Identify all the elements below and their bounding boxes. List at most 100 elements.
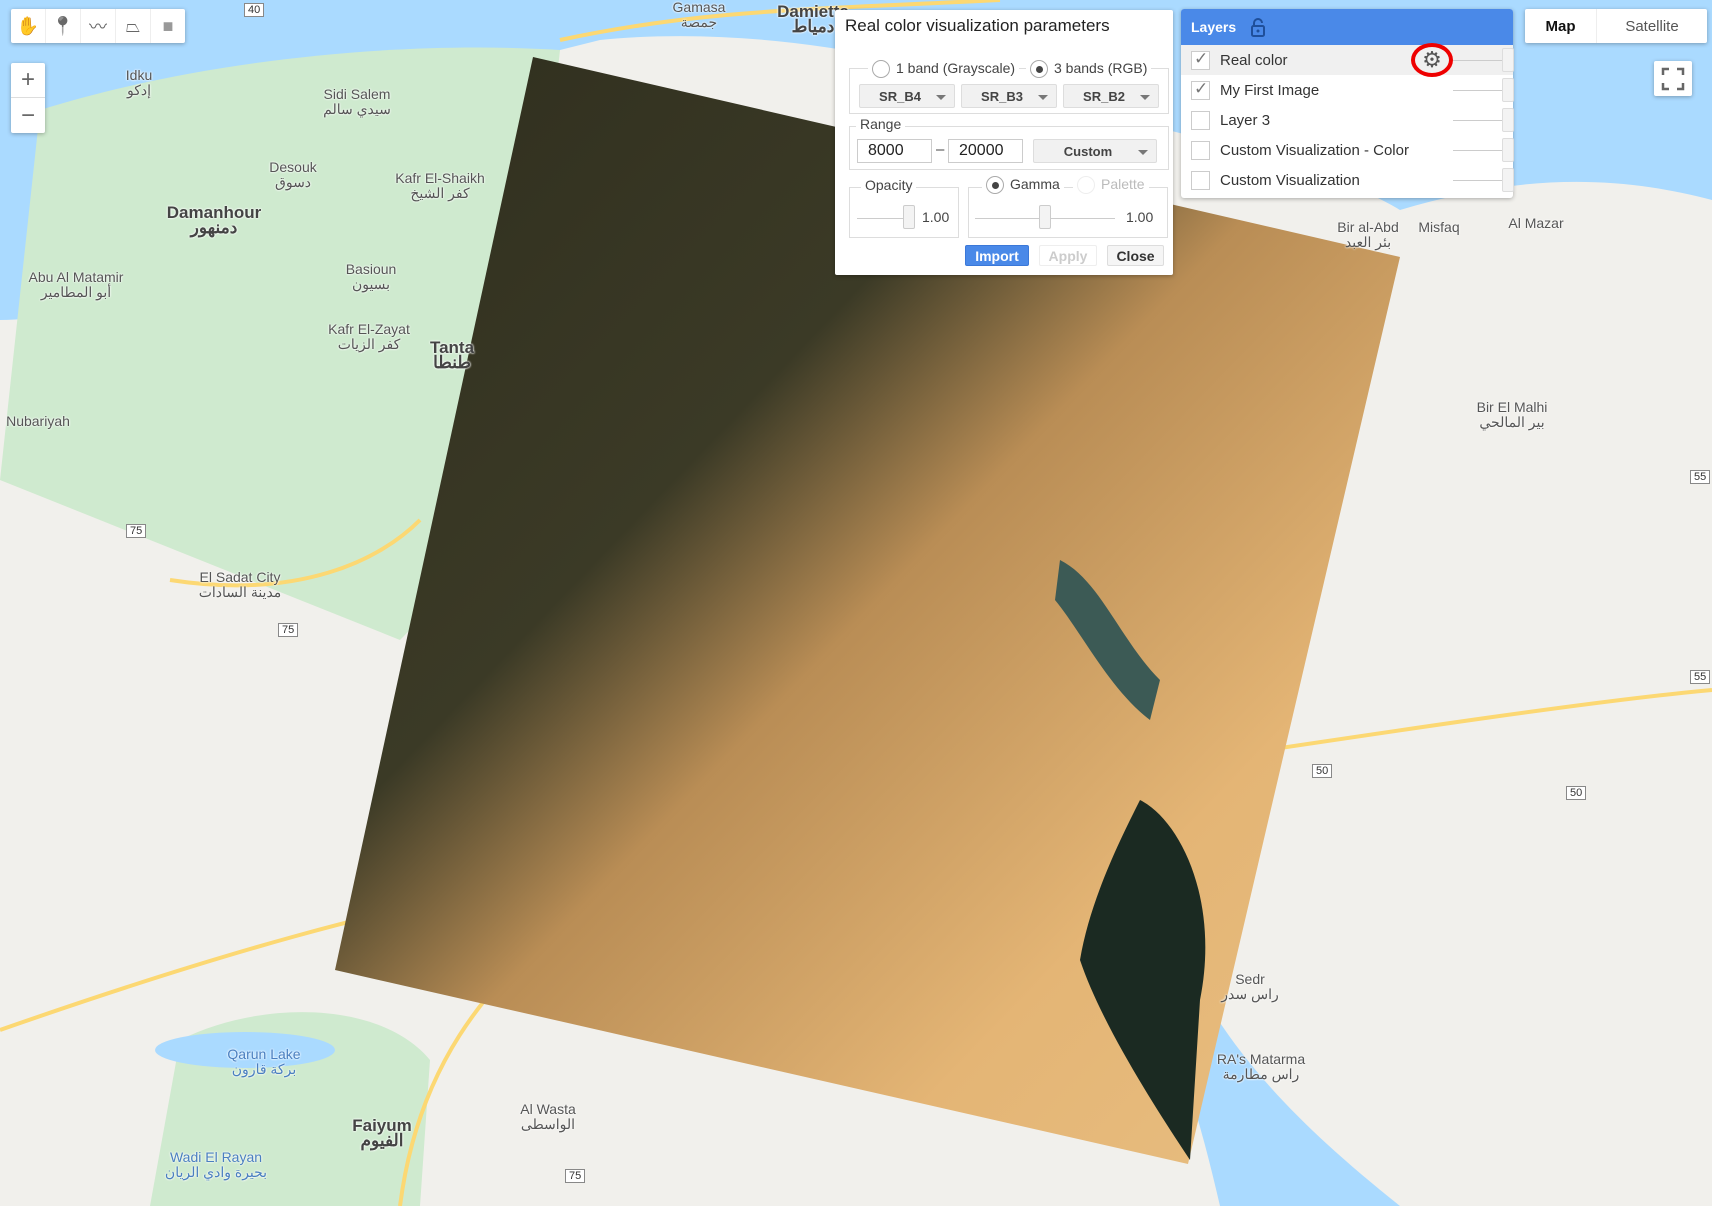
map-label-arabic: طنطا bbox=[433, 353, 471, 372]
gamma-slider-thumb[interactable] bbox=[1039, 205, 1051, 229]
map-label-arabic: راس سدر bbox=[1221, 986, 1279, 1002]
radio-gamma[interactable] bbox=[986, 176, 1004, 195]
layer-visibility-checkbox[interactable] bbox=[1191, 79, 1210, 100]
mode-gray-label: 1 band (Grayscale) bbox=[896, 60, 1016, 76]
drawing-toolbar: ✋ 📍 〰 ⏢ ■ bbox=[11, 9, 185, 43]
map-label-arabic: إدكو bbox=[126, 82, 152, 98]
import-button[interactable]: Import bbox=[965, 245, 1029, 266]
map-label: Bir El Malhi بير المالحي bbox=[1477, 400, 1548, 430]
map-label-arabic: مدينة السادات bbox=[198, 584, 282, 600]
zoom-out-button[interactable]: − bbox=[11, 98, 45, 133]
map-label-name: El Sadat City bbox=[199, 569, 281, 585]
map-label-name: Desouk bbox=[269, 159, 317, 175]
map-label-arabic: دمنهور bbox=[190, 218, 238, 237]
map-label: Damanhour دمنهور bbox=[167, 204, 261, 237]
layer-settings-button[interactable]: ⚙ bbox=[1411, 43, 1453, 77]
map-type-satellite-button[interactable]: Satellite bbox=[1597, 9, 1707, 43]
rectangle-icon[interactable]: ■ bbox=[151, 9, 185, 43]
road-shield: 50 bbox=[1312, 764, 1333, 778]
map-label-name: Al Mazar bbox=[1508, 215, 1564, 231]
map-label-arabic: راس مطارمة bbox=[1222, 1066, 1300, 1082]
map-label: Sedr راس سدر bbox=[1221, 972, 1278, 1002]
gear-icon: ⚙ bbox=[1422, 47, 1442, 72]
polygon-icon[interactable]: ⏢ bbox=[116, 9, 151, 43]
map-label-arabic: بركة قارون bbox=[231, 1061, 297, 1077]
map-label-name: Bir El Malhi bbox=[1476, 399, 1548, 415]
map-label-arabic: الواسطى bbox=[520, 1116, 576, 1132]
range-min-input[interactable]: 8000 bbox=[857, 139, 932, 163]
map-label: Al Wasta الواسطى bbox=[520, 1102, 576, 1132]
mode-rgb-option[interactable]: 3 bands (RGB) bbox=[1026, 60, 1152, 79]
close-button[interactable]: Close bbox=[1107, 245, 1164, 266]
band-green-select[interactable]: SR_B3 bbox=[961, 84, 1057, 108]
layer-row[interactable]: Real color ⚙ bbox=[1181, 43, 1514, 77]
map-label-name: Abu Al Matamir bbox=[28, 269, 124, 285]
radio-rgb[interactable] bbox=[1030, 60, 1048, 79]
layer-opacity-thumb[interactable] bbox=[1502, 108, 1514, 132]
map-label-name: Basioun bbox=[345, 261, 397, 277]
palette-option[interactable]: Palette bbox=[1073, 176, 1149, 195]
map-label: Gamasa جمصة bbox=[673, 0, 726, 30]
map-label-name: Gamasa bbox=[672, 0, 726, 15]
map-label: Abu Al Matamir أبو المطامير bbox=[29, 270, 124, 300]
range-mode-select[interactable]: Custom bbox=[1033, 139, 1157, 163]
layer-row[interactable]: Custom Visualization - Color bbox=[1181, 135, 1514, 165]
hand-icon[interactable]: ✋ bbox=[11, 9, 46, 43]
layer-opacity-thumb[interactable] bbox=[1502, 48, 1514, 72]
road-shield: 55 bbox=[1690, 670, 1711, 684]
layer-opacity-slider[interactable] bbox=[1453, 60, 1503, 61]
layer-visibility-checkbox[interactable] bbox=[1191, 140, 1210, 160]
map-label-arabic: دسوق bbox=[274, 174, 312, 190]
layer-opacity-slider[interactable] bbox=[1453, 90, 1503, 91]
line-icon[interactable]: 〰 bbox=[81, 9, 116, 43]
layer-opacity-slider[interactable] bbox=[1453, 120, 1503, 121]
mode-gray-option[interactable]: 1 band (Grayscale) bbox=[868, 60, 1020, 79]
map-type-control: Map Satellite bbox=[1525, 9, 1707, 43]
lock-icon[interactable] bbox=[1250, 17, 1266, 37]
map-label-arabic: كفر الزيات bbox=[337, 336, 401, 352]
palette-label: Palette bbox=[1101, 176, 1145, 192]
map-label-arabic: بئر العبد bbox=[1344, 234, 1392, 250]
layer-row[interactable]: Layer 3 bbox=[1181, 105, 1514, 135]
apply-button[interactable]: Apply bbox=[1039, 245, 1097, 266]
layer-opacity-slider[interactable] bbox=[1453, 180, 1503, 181]
band-blue-select[interactable]: SR_B2 bbox=[1063, 84, 1159, 108]
map-label: Kafr El-Zayat كفر الزيات bbox=[328, 322, 410, 352]
road-shield: 40 bbox=[244, 3, 265, 17]
layer-visibility-checkbox[interactable] bbox=[1191, 110, 1210, 130]
zoom-in-button[interactable]: + bbox=[11, 63, 45, 98]
map-label-arabic: جمصة bbox=[680, 14, 718, 30]
map-label-arabic: بحيرة وادي الريان bbox=[164, 1164, 268, 1180]
layer-opacity-thumb[interactable] bbox=[1502, 168, 1514, 192]
layer-row[interactable]: Custom Visualization bbox=[1181, 165, 1514, 195]
range-separator: – bbox=[936, 141, 945, 158]
layer-row[interactable]: My First Image bbox=[1181, 75, 1514, 105]
gamma-option[interactable]: Gamma bbox=[982, 176, 1064, 195]
layer-opacity-slider[interactable] bbox=[1453, 150, 1503, 151]
layer-label: My First Image bbox=[1220, 81, 1320, 99]
map-label: Tanta طنطا bbox=[430, 339, 474, 372]
layer-label: Real color bbox=[1220, 51, 1288, 69]
map-label-name: Qarun Lake bbox=[227, 1046, 301, 1062]
map-label-arabic: بير المالحي bbox=[1479, 414, 1545, 430]
fullscreen-button[interactable] bbox=[1654, 61, 1692, 96]
map-label: El Sadat City مدينة السادات bbox=[199, 570, 282, 600]
radio-gray[interactable] bbox=[872, 60, 890, 79]
map-label-name: RA's Matarma bbox=[1216, 1051, 1306, 1067]
radio-palette[interactable] bbox=[1077, 176, 1095, 195]
zoom-control: + − bbox=[11, 63, 45, 133]
opacity-slider-thumb[interactable] bbox=[903, 205, 915, 229]
layer-opacity-thumb[interactable] bbox=[1502, 138, 1514, 162]
road-shield: 75 bbox=[565, 1169, 586, 1183]
map-label-arabic: أبو المطامير bbox=[40, 284, 112, 300]
layers-panel: Layers Real color ⚙ My First Image Layer 3 C… bbox=[1181, 9, 1514, 198]
range-max-input[interactable]: 20000 bbox=[948, 139, 1023, 163]
band-red-select[interactable]: SR_B4 bbox=[859, 84, 955, 108]
map-label-name: Wadi El Rayan bbox=[169, 1149, 263, 1165]
map-type-map-button[interactable]: Map bbox=[1525, 9, 1597, 43]
layer-visibility-checkbox[interactable] bbox=[1191, 170, 1210, 190]
layer-visibility-checkbox[interactable] bbox=[1191, 49, 1210, 70]
map-label: Misfaq bbox=[1418, 220, 1459, 235]
layer-opacity-thumb[interactable] bbox=[1502, 78, 1514, 102]
marker-icon[interactable]: 📍 bbox=[46, 9, 81, 43]
